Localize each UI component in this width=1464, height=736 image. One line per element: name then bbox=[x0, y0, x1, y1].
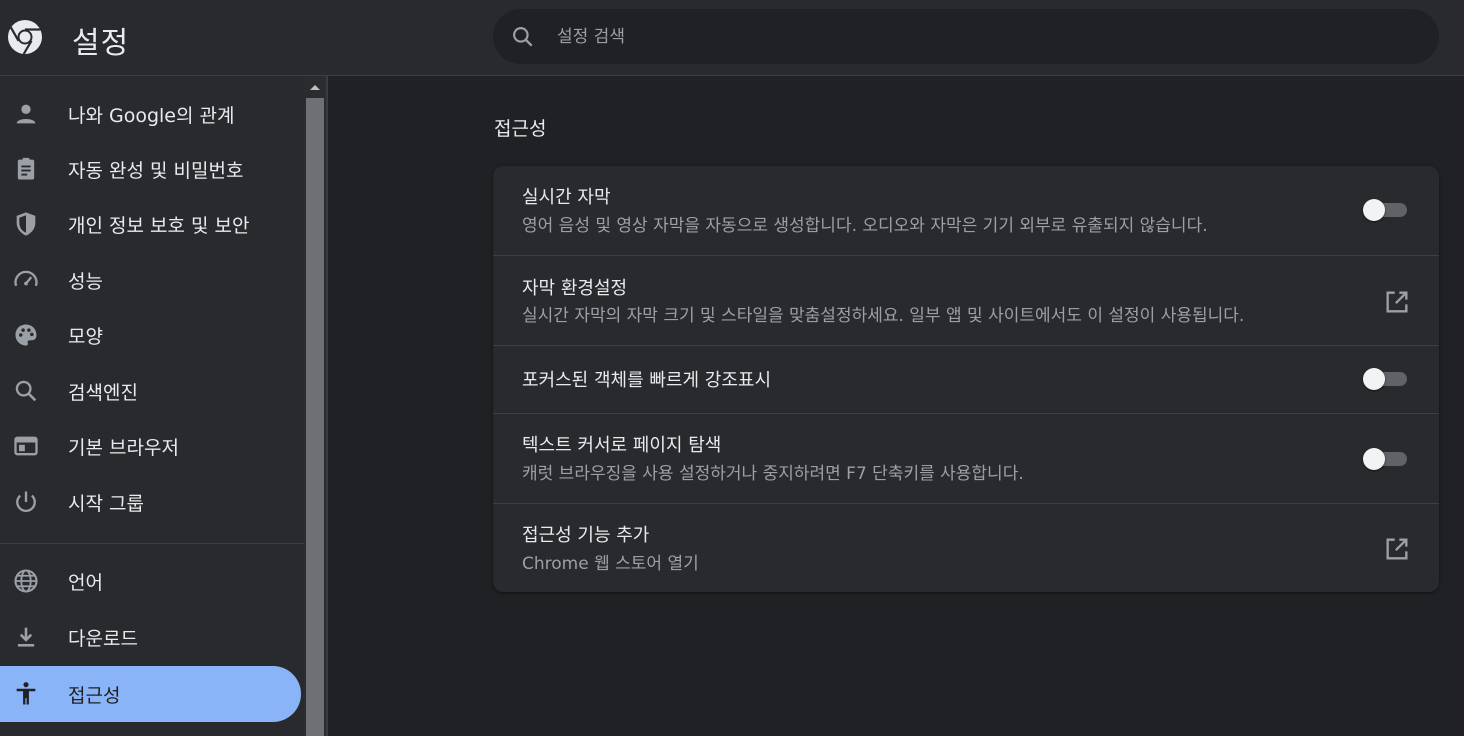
speedometer-icon bbox=[14, 270, 38, 287]
setting-row-caret-browsing[interactable]: 텍스트 커서로 페이지 탐색 캐럿 브라우징을 사용 설정하거나 중지하려면 F… bbox=[493, 413, 1439, 503]
setting-title: 자막 환경설정 bbox=[522, 278, 628, 299]
sidebar-item-label: 검색엔진 bbox=[68, 381, 138, 404]
sidebar-item-label: 성능 bbox=[68, 270, 103, 293]
setting-subtitle: 영어 음성 및 영상 자막을 자동으로 생성합니다. 오디오와 자막은 기기 외… bbox=[522, 216, 1208, 236]
setting-row-caption-preferences[interactable]: 자막 환경설정 실시간 자막의 자막 크기 및 스타일을 맞춤설정하세요. 일부… bbox=[493, 255, 1439, 345]
sidebar-scrollbar[interactable] bbox=[304, 76, 328, 736]
sidebar-item-label: 개인 정보 보호 및 보안 bbox=[68, 214, 250, 237]
person-icon bbox=[16, 104, 36, 124]
globe-icon bbox=[14, 569, 38, 593]
scroll-up-arrow-icon[interactable] bbox=[304, 76, 326, 98]
sidebar-item-google[interactable]: 나와 Google의 관계 bbox=[0, 86, 301, 142]
setting-row-add-accessibility-features[interactable]: 접근성 기능 추가 Chrome 웹 스토어 열기 bbox=[493, 503, 1439, 592]
setting-row-live-caption[interactable]: 실시간 자막 영어 음성 및 영상 자막을 자동으로 생성합니다. 오디오와 자… bbox=[493, 166, 1439, 255]
setting-title: 실시간 자막 bbox=[522, 187, 611, 208]
live-caption-toggle[interactable] bbox=[1363, 198, 1407, 222]
search-input[interactable] bbox=[557, 9, 1417, 64]
sidebar-item-label: 다운로드 bbox=[68, 627, 138, 650]
caret-browsing-toggle[interactable] bbox=[1363, 447, 1407, 471]
page-title: 설정 bbox=[72, 26, 130, 61]
shield-icon bbox=[16, 212, 36, 236]
sidebar-item-label: 언어 bbox=[68, 571, 103, 594]
sidebar-item-default-browser[interactable]: 기본 브라우저 bbox=[0, 418, 301, 474]
section-title: 접근성 bbox=[494, 118, 547, 140]
header-bar: 설정 bbox=[0, 0, 1464, 76]
sidebar-item-label: 나와 Google의 관계 bbox=[68, 104, 235, 127]
sidebar-item-label: 모양 bbox=[68, 325, 103, 348]
sidebar-item-languages[interactable]: 언어 bbox=[0, 553, 301, 609]
setting-title: 텍스트 커서로 페이지 탐색 bbox=[522, 435, 722, 456]
setting-title: 포커스된 객체를 빠르게 강조표시 bbox=[522, 370, 772, 391]
browser-window-icon bbox=[14, 436, 38, 456]
sidebar-item-downloads[interactable]: 다운로드 bbox=[0, 609, 301, 665]
sidebar-item-label: 기본 브라우저 bbox=[68, 436, 179, 459]
sidebar: 나와 Google의 관계 자동 완성 및 비밀번호 개인 정보 보호 및 보안… bbox=[0, 76, 304, 736]
sidebar-item-autofill[interactable]: 자동 완성 및 비밀번호 bbox=[0, 141, 301, 197]
sidebar-item-appearance[interactable]: 모양 bbox=[0, 307, 301, 363]
setting-subtitle: 실시간 자막의 자막 크기 및 스타일을 맞춤설정하세요. 일부 앱 및 사이트… bbox=[522, 306, 1245, 326]
power-icon bbox=[16, 491, 36, 513]
chrome-logo-icon bbox=[8, 20, 42, 55]
sidebar-item-label: 접근성 bbox=[68, 684, 121, 707]
focus-highlight-toggle[interactable] bbox=[1363, 367, 1407, 391]
sidebar-item-label: 시작 그룹 bbox=[68, 492, 144, 515]
external-link-icon[interactable] bbox=[1383, 288, 1411, 316]
accessibility-icon bbox=[16, 682, 36, 705]
setting-subtitle: Chrome 웹 스토어 열기 bbox=[522, 554, 699, 574]
sidebar-item-startup[interactable]: 시작 그룹 bbox=[0, 474, 301, 530]
scroll-thumb[interactable] bbox=[306, 98, 324, 736]
accessibility-settings-card: 실시간 자막 영어 음성 및 영상 자막을 자동으로 생성합니다. 오디오와 자… bbox=[493, 166, 1439, 592]
download-icon bbox=[17, 627, 35, 647]
sidebar-item-performance[interactable]: 성능 bbox=[0, 252, 301, 308]
palette-icon bbox=[15, 324, 37, 346]
search-icon bbox=[513, 27, 533, 47]
sidebar-divider bbox=[0, 543, 304, 544]
clipboard-icon bbox=[17, 157, 35, 180]
sidebar-item-search-engine[interactable]: 검색엔진 bbox=[0, 363, 301, 419]
external-link-icon[interactable] bbox=[1383, 535, 1411, 563]
sidebar-item-accessibility[interactable]: 접근성 bbox=[0, 666, 301, 722]
setting-subtitle: 캐럿 브라우징을 사용 설정하거나 중지하려면 F7 단축키를 사용합니다. bbox=[522, 464, 1024, 484]
search-icon bbox=[15, 380, 37, 402]
setting-title: 접근성 기능 추가 bbox=[522, 525, 650, 546]
sidebar-item-privacy[interactable]: 개인 정보 보호 및 보안 bbox=[0, 196, 301, 252]
sidebar-item-label: 자동 완성 및 비밀번호 bbox=[68, 159, 244, 182]
search-box[interactable] bbox=[493, 9, 1439, 64]
setting-row-focus-highlight[interactable]: 포커스된 객체를 빠르게 강조표시 bbox=[493, 345, 1439, 413]
